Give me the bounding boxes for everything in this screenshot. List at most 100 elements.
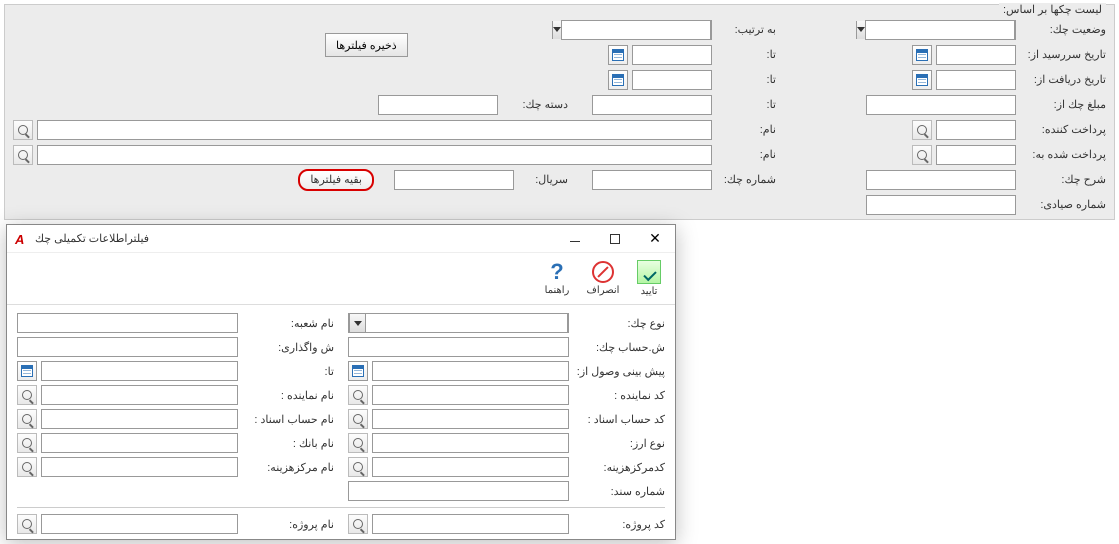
check-type-combo[interactable] [348, 313, 569, 333]
cost-center-name-lookup[interactable] [17, 457, 37, 477]
paid-to-name-lookup[interactable] [13, 145, 33, 165]
order-by-combo[interactable] [582, 20, 712, 40]
search-icon [22, 390, 32, 400]
recv-date-from-picker[interactable] [912, 70, 932, 90]
label-forecast-to: تا: [242, 365, 334, 378]
cancel-button[interactable]: انصراف [583, 255, 623, 302]
forecast-from-picker[interactable] [348, 361, 368, 381]
label-checkbook: دسته چك: [502, 98, 568, 111]
rep-code-input[interactable] [372, 385, 569, 405]
cost-center-name-input[interactable] [41, 457, 238, 477]
currency-input[interactable] [372, 433, 569, 453]
search-icon [353, 438, 363, 448]
check-type-dropdown-btn[interactable] [349, 314, 365, 332]
check-status-dropdown-btn[interactable] [856, 21, 865, 39]
recv-date-to-picker[interactable] [608, 70, 628, 90]
checkbook-input[interactable] [378, 95, 498, 115]
label-doc-no: شماره سند: [573, 485, 665, 498]
rep-code-lookup[interactable] [348, 385, 368, 405]
calendar-icon [612, 49, 624, 61]
recv-date-from-input[interactable] [936, 70, 1016, 90]
due-date-from-picker[interactable] [912, 45, 932, 65]
label-cost-center-name: نام مرکزهزینه: [242, 461, 334, 474]
calendar-icon [352, 365, 364, 377]
label-serial: سریال: [518, 173, 568, 186]
doc-no-input[interactable] [348, 481, 569, 501]
doc-acc-code-input[interactable] [372, 409, 569, 429]
close-button[interactable]: ✕ [635, 225, 675, 253]
calendar-icon [612, 74, 624, 86]
doc-acc-code-lookup[interactable] [348, 409, 368, 429]
order-by-dropdown-btn[interactable] [552, 21, 561, 39]
payer-name-lookup[interactable] [13, 120, 33, 140]
paid-to-name-input[interactable] [37, 145, 712, 165]
label-paid-to: پرداخت شده به: [1020, 148, 1106, 161]
acc-check-no-input[interactable] [348, 337, 569, 357]
due-date-to-picker[interactable] [608, 45, 628, 65]
currency-lookup[interactable] [348, 433, 368, 453]
minimize-button[interactable] [555, 225, 595, 253]
label-due-date-from: تاریخ سررسید از: [1020, 48, 1106, 61]
project-name-input[interactable] [41, 514, 238, 534]
due-date-from-input[interactable] [936, 45, 1016, 65]
check-no-input[interactable] [592, 170, 712, 190]
forecast-to-picker[interactable] [17, 361, 37, 381]
search-icon [917, 150, 927, 160]
label-acc-check-no: ش.حساب چك: [573, 341, 665, 354]
doc-acc-name-lookup[interactable] [17, 409, 37, 429]
label-name2: نام: [716, 148, 776, 161]
label-rep-code: کد نماینده : [573, 389, 665, 402]
search-icon [22, 462, 32, 472]
rep-name-input[interactable] [41, 385, 238, 405]
order-by-input[interactable] [561, 20, 711, 40]
branch-name-input[interactable] [17, 313, 238, 333]
check-desc-input[interactable] [866, 170, 1016, 190]
due-date-to-input[interactable] [632, 45, 712, 65]
bank-name-input[interactable] [41, 433, 238, 453]
project-name-lookup[interactable] [17, 514, 37, 534]
help-button[interactable]: ? راهنما [537, 255, 577, 302]
search-icon [22, 414, 32, 424]
cost-center-code-lookup[interactable] [348, 457, 368, 477]
sayadi-no-input[interactable] [866, 195, 1016, 215]
confirm-label: تایید [641, 286, 658, 297]
maximize-icon [610, 234, 620, 244]
amount-from-input[interactable] [866, 95, 1016, 115]
payer-lookup[interactable] [912, 120, 932, 140]
amount-to-input[interactable] [592, 95, 712, 115]
recv-date-to-input[interactable] [632, 70, 712, 90]
label-order-by: به ترتیب: [716, 23, 776, 36]
search-icon [353, 462, 363, 472]
label-recv-to: تا: [716, 73, 776, 86]
close-icon: ✕ [649, 230, 661, 247]
confirm-button[interactable]: تایید [629, 255, 669, 302]
check-status-input[interactable] [865, 20, 1015, 40]
app-icon: A [15, 232, 29, 246]
payer-input[interactable] [936, 120, 1016, 140]
label-doc-acc-code: کد حساب اسناد : [573, 413, 665, 426]
serial-input[interactable] [394, 170, 514, 190]
more-filters-button[interactable]: بقیه فیلترها [298, 169, 374, 191]
dialog-titlebar: A فیلتراطلاعات تکمیلی چك ✕ [7, 225, 675, 253]
forecast-to-input[interactable] [41, 361, 238, 381]
label-vaguzari: ش واگذاری: [242, 341, 334, 354]
save-filters-button[interactable]: ذخیره فیلترها [325, 33, 408, 57]
payer-name-input[interactable] [37, 120, 712, 140]
rep-name-lookup[interactable] [17, 385, 37, 405]
check-status-combo[interactable] [866, 20, 1016, 40]
check-type-input[interactable] [365, 313, 568, 333]
project-row: کد پروژه: نام پروژه: [17, 507, 665, 534]
paid-to-input[interactable] [936, 145, 1016, 165]
cost-center-code-input[interactable] [372, 457, 569, 477]
label-cost-center-code: کدمرکزهزینه: [573, 461, 665, 474]
forecast-from-input[interactable] [372, 361, 569, 381]
project-code-lookup[interactable] [348, 514, 368, 534]
bank-name-lookup[interactable] [17, 433, 37, 453]
paid-to-lookup[interactable] [912, 145, 932, 165]
maximize-button[interactable] [595, 225, 635, 253]
vaguzari-input[interactable] [17, 337, 238, 357]
doc-acc-name-input[interactable] [41, 409, 238, 429]
label-check-status: وضعیت چك: [1020, 23, 1106, 36]
project-code-input[interactable] [372, 514, 569, 534]
search-icon [22, 438, 32, 448]
